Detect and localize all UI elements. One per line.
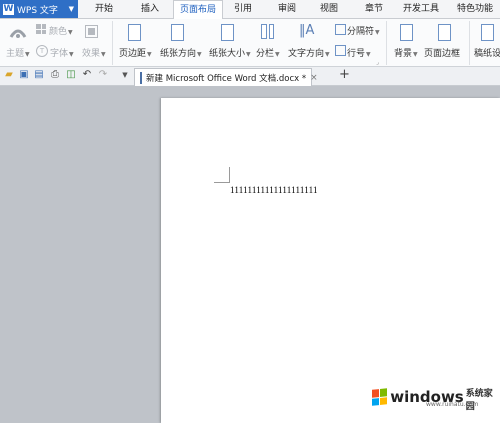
margins-icon	[128, 24, 141, 41]
tab-review[interactable]: 审阅	[268, 0, 306, 18]
line-numbers-button[interactable]: 行号▼	[347, 46, 371, 59]
close-tab-icon[interactable]: ×	[310, 73, 318, 83]
columns-icon	[261, 24, 274, 39]
color-icon	[36, 24, 46, 34]
print-icon[interactable]: ⎙	[50, 70, 60, 80]
tab-references[interactable]: 引用	[224, 0, 262, 18]
orientation-icon	[171, 24, 184, 41]
font-button[interactable]: 字体▼	[50, 46, 74, 59]
columns-button[interactable]: 分栏▼	[256, 46, 280, 59]
document-page[interactable]	[161, 98, 500, 423]
watermark-sub: 系统家园	[465, 389, 493, 412]
margin-mark-vertical	[229, 167, 230, 183]
line-numbers-icon	[335, 45, 346, 56]
new-tab-icon[interactable]: +	[339, 67, 350, 82]
chevron-down-icon: ▼	[68, 5, 74, 13]
effect-icon	[85, 25, 98, 38]
tab-special-features[interactable]: 特色功能	[450, 0, 500, 18]
margins-button[interactable]: 页边距▼	[119, 46, 152, 59]
theme-button[interactable]	[9, 23, 27, 41]
watermark-url: www.ruihatu.com	[426, 401, 479, 408]
app-title: WPS 文字	[17, 5, 58, 16]
margin-mark-horizontal	[214, 182, 230, 183]
save-as-icon[interactable]: ▤	[34, 70, 44, 80]
theme-icon	[9, 29, 27, 38]
color-button[interactable]: 颜色▼	[49, 24, 73, 37]
effect-button[interactable]: 效果▼	[82, 46, 106, 59]
font-icon: T	[36, 45, 48, 57]
windows-logo-icon	[372, 388, 388, 406]
background-icon	[400, 24, 413, 41]
tab-insert[interactable]: 插入	[130, 0, 170, 18]
tab-developer-tools[interactable]: 开发工具	[397, 0, 445, 18]
tab-view[interactable]: 视图	[310, 0, 348, 18]
text-direction-button[interactable]: 文字方向▼	[288, 46, 330, 59]
document-tab[interactable]: 新建 Microsoft Office Word 文档.docx * ×	[134, 68, 318, 86]
background-button[interactable]: 背景▼	[394, 46, 418, 59]
tab-home[interactable]: 开始	[84, 0, 124, 18]
paper-setup-icon	[481, 24, 494, 41]
text-direction-icon: ‖A	[299, 23, 315, 38]
toolbar-dropdown-icon[interactable]: ▼	[120, 70, 130, 80]
print-preview-icon[interactable]: ◫	[66, 70, 76, 80]
wps-logo-icon: W	[3, 3, 14, 15]
breaks-button[interactable]: 分隔符▼	[347, 24, 380, 37]
paper-setup-button[interactable]: 稿纸设	[474, 46, 500, 59]
open-folder-icon[interactable]: ▰	[4, 70, 14, 80]
paper-size-icon	[221, 24, 234, 41]
orientation-button[interactable]: 纸张方向▼	[160, 46, 202, 59]
page-setup-dialog-launcher[interactable]: ⌟	[376, 59, 379, 66]
document-icon	[140, 71, 142, 84]
tab-sections[interactable]: 章节	[355, 0, 393, 18]
theme-label: 主题▼	[6, 49, 30, 59]
app-menu-button[interactable]: W WPS 文字 ▼	[0, 0, 78, 18]
redo-icon[interactable]: ↷	[98, 70, 108, 80]
paper-size-button[interactable]: 纸张大小▼	[209, 46, 251, 59]
ribbon	[0, 19, 500, 67]
page-border-button[interactable]: 页面边框	[424, 46, 460, 59]
undo-icon[interactable]: ↶	[82, 70, 92, 80]
page-border-icon	[438, 24, 451, 41]
save-icon[interactable]: ▣	[19, 70, 29, 80]
document-text[interactable]: 11111111111111111111	[230, 185, 318, 195]
breaks-icon	[335, 24, 346, 35]
tab-page-layout[interactable]: 页面布局	[173, 0, 223, 20]
document-tab-title: 新建 Microsoft Office Word 文档.docx *	[146, 73, 307, 84]
watermark: windows 系统家园 www.ruihatu.com	[372, 382, 500, 412]
